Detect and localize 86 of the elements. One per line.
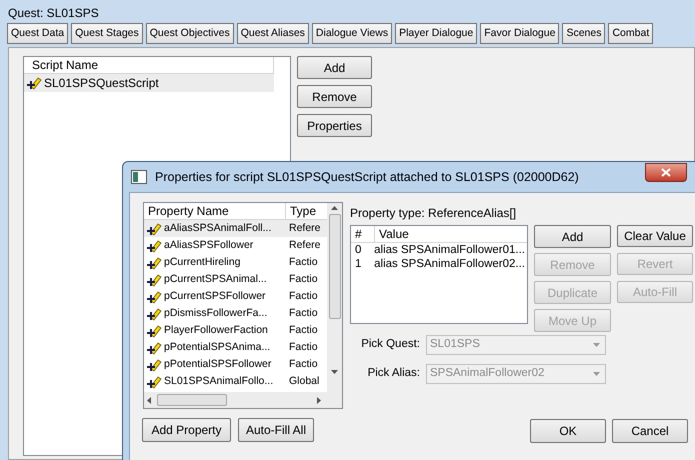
scroll-right-icon <box>317 396 321 404</box>
picker-label: Pick Quest: <box>360 337 420 352</box>
property-type: Factio <box>288 322 318 338</box>
property-type: Factio <box>288 356 318 372</box>
pencil-plus-icon <box>146 306 162 322</box>
column-header: Value <box>378 226 410 242</box>
value-button[interactable]: Clear Value <box>617 225 693 247</box>
list-item[interactable]: PlayerFollowerFaction Factio <box>144 322 327 339</box>
value-button[interactable]: Add <box>534 225 611 248</box>
pencil-plus-icon <box>146 238 162 254</box>
dialog-button[interactable]: OK <box>530 419 606 443</box>
dialog-title: Properties for script SL01SPSQuestScript attached to SL01SPS (02000D62) <box>155 168 579 186</box>
property-type: Factio <box>288 306 318 321</box>
list-item[interactable]: SL01SPSQuestScript <box>24 74 274 92</box>
action-button[interactable]: Add <box>297 56 372 79</box>
table-cell-text: alias SPSAnimalFollower01... <box>373 243 526 257</box>
column-header: Type <box>289 203 318 219</box>
pencil-plus-icon <box>146 288 162 304</box>
tab[interactable]: Dialogue Views <box>312 23 392 44</box>
pencil-plus-icon <box>26 75 42 91</box>
list-item[interactable]: SL01SPSAnimalFollo... Global <box>144 373 327 390</box>
list-item[interactable]: aAliasSPSAnimalFoll... Refere <box>144 220 327 237</box>
property-type-label: Property type: ReferenceAlias[] <box>350 205 518 222</box>
action-button[interactable]: Remove <box>297 85 372 108</box>
tab[interactable]: Scenes <box>562 23 606 44</box>
pencil-plus-icon <box>146 340 162 356</box>
pencil-plus-icon <box>146 220 162 236</box>
property-name: pPotentialSPSAnima... <box>164 340 270 355</box>
column-header: Property Name <box>144 203 286 219</box>
property-name: pCurrentHireling <box>164 254 240 270</box>
list-item[interactable]: pCurrentSPSAnimal... Factio <box>144 271 327 288</box>
tab[interactable]: Combat <box>608 23 654 44</box>
property-type: Refere <box>288 220 321 236</box>
scroll-up-icon <box>331 206 338 210</box>
add-property-button[interactable]: Add Property <box>142 418 231 442</box>
tab[interactable]: Quest Stages <box>71 23 143 44</box>
picker-label: Pick Alias: <box>366 366 420 382</box>
column-header: # <box>351 226 375 242</box>
list-item[interactable]: aAliasSPSFollower Refere <box>144 237 327 254</box>
horizontal-scrollbar[interactable] <box>144 392 342 408</box>
property-type: Factio <box>288 254 318 270</box>
window-title: Quest: SL01SPS <box>7 5 100 20</box>
property-name: pDismissFollowerFa... <box>164 306 268 321</box>
tab[interactable]: Quest Data <box>7 23 68 44</box>
property-name: aAliasSPSAnimalFoll... <box>164 220 272 236</box>
tab[interactable]: Player Dialogue <box>395 23 478 44</box>
vertical-scrollbar[interactable] <box>327 203 342 392</box>
table-cell-text: alias SPSAnimalFollower02... <box>373 257 526 271</box>
dialog-button[interactable]: Cancel <box>612 419 688 443</box>
list-item[interactable]: pCurrentHireling Factio <box>144 254 327 271</box>
property-name: pCurrentSPSFollower <box>164 288 266 304</box>
tab[interactable]: Favor Dialogue <box>480 23 560 44</box>
scroll-down-icon <box>331 370 338 374</box>
pencil-plus-icon <box>146 374 162 390</box>
tab[interactable]: Quest Aliases <box>236 23 309 44</box>
property-name: SL01SPSAnimalFollo... <box>164 374 274 389</box>
property-name: pCurrentSPSAnimal... <box>164 272 267 287</box>
list-item[interactable]: pCurrentSPSFollower Factio <box>144 288 327 305</box>
property-type: Refere <box>288 238 321 253</box>
window-icon <box>131 170 147 184</box>
list-item[interactable]: pPotentialSPSAnima... Factio <box>144 339 327 356</box>
dropdown-arrow-icon <box>593 372 600 376</box>
close-icon <box>661 168 671 176</box>
scroll-thumb[interactable] <box>328 214 340 319</box>
property-type: Factio <box>288 272 318 287</box>
close-button[interactable] <box>645 162 687 182</box>
scroll-thumb[interactable] <box>157 394 227 406</box>
property-type: Factio <box>288 340 318 355</box>
dropdown-arrow-icon <box>593 343 600 347</box>
scroll-left-icon <box>147 396 151 404</box>
table-cell-text: 0 <box>354 243 362 257</box>
list-item[interactable]: pPotentialSPSFollower Factio <box>144 356 327 373</box>
property-name: pPotentialSPSFollower <box>164 356 272 372</box>
auto-fill-all-button[interactable]: Auto-Fill All <box>238 418 314 442</box>
table-cell-text: 1 <box>354 257 362 271</box>
pencil-plus-icon <box>146 322 162 338</box>
pencil-plus-icon <box>146 254 162 270</box>
pencil-plus-icon <box>146 272 162 288</box>
property-name: PlayerFollowerFaction <box>164 322 268 338</box>
property-name: aAliasSPSFollower <box>164 238 254 253</box>
pencil-plus-icon <box>146 356 162 372</box>
tab[interactable]: Quest Objectives <box>146 23 234 44</box>
action-button[interactable]: Properties <box>297 114 372 137</box>
property-type: Global <box>288 374 320 389</box>
list-item[interactable]: pDismissFollowerFa... Factio <box>144 305 327 322</box>
property-type: Factio <box>288 288 318 304</box>
